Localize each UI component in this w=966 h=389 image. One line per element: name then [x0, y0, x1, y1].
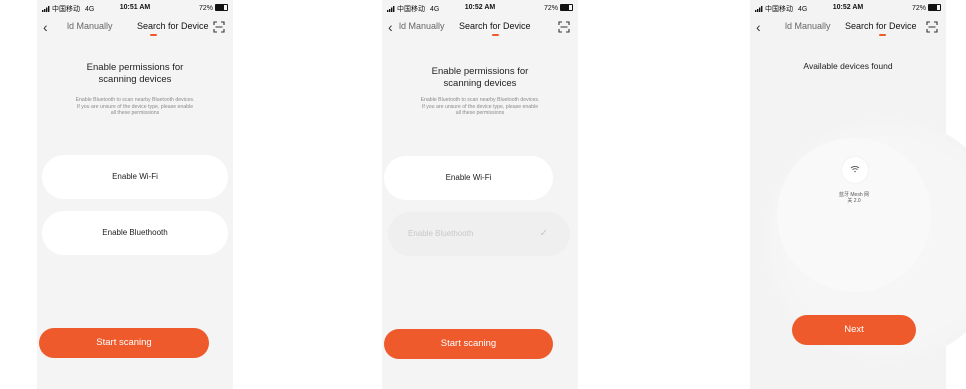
battery-percent: 72%: [543, 5, 558, 12]
battery-icon: [928, 4, 941, 11]
back-icon[interactable]: ‹: [43, 19, 48, 35]
enable-wifi-button[interactable]: Enable Wi-Fi: [42, 155, 228, 199]
status-bar: 中国移动 4G 10:51 AM 72%: [37, 0, 233, 16]
device-name: 蓝牙 Mesh 网 关 2.0: [838, 192, 869, 204]
screen-enable-permissions-bluetooth-on: 中国移动 4G 10:52 AM 72% ‹ ld Manually Searc…: [382, 0, 578, 389]
page-title: Available devices found: [803, 61, 893, 71]
status-bar: 中国移动 4G 10:52 AM 72%: [382, 0, 578, 16]
battery-icon: [215, 4, 228, 11]
active-tab-indicator: [150, 34, 157, 36]
bluetooth-button-label: Enable Bluethooth: [408, 229, 474, 238]
tab-add-manually[interactable]: ld Manually: [399, 21, 445, 31]
tab-search-for-device[interactable]: Search for Device: [845, 21, 917, 31]
next-button[interactable]: Next: [792, 315, 916, 345]
status-bar: 中国移动 4G 10:52 AM 72%: [750, 0, 946, 16]
permission-description: Enable Bluetooth to scan nearby Bluetoot…: [420, 97, 540, 117]
scan-icon[interactable]: [558, 21, 570, 33]
top-nav: ‹ ld Manually Search for Device: [750, 16, 946, 40]
tab-search-for-device[interactable]: Search for Device: [137, 21, 209, 31]
scan-icon[interactable]: [926, 21, 938, 33]
battery-icon: [560, 4, 573, 11]
scan-icon[interactable]: [213, 21, 225, 33]
permission-description: Enable Bluetooth to scan nearby Bluetoot…: [75, 97, 195, 117]
battery-percent: 72%: [911, 5, 926, 12]
back-icon[interactable]: ‹: [388, 19, 393, 35]
enable-wifi-button[interactable]: Enable Wi-Fi: [384, 156, 553, 200]
wifi-icon: [850, 166, 860, 173]
battery-percent: 72%: [198, 5, 213, 12]
start-scanning-button[interactable]: Start scaning: [384, 329, 553, 359]
page-title: Enable permissions for scanning devices: [431, 66, 529, 89]
start-scanning-button[interactable]: Start scaning: [39, 328, 209, 358]
tab-add-manually[interactable]: ld Manually: [67, 21, 113, 31]
found-device[interactable]: [842, 157, 868, 183]
screen-enable-permissions: 中国移动 4G 10:51 AM 72% ‹ ld Manually Searc…: [37, 0, 233, 389]
tab-search-for-device[interactable]: Search for Device: [459, 21, 531, 31]
check-icon: ✓: [539, 228, 548, 239]
page-title: Enable permissions for scanning devices: [86, 62, 184, 85]
top-nav: ‹ ld Manually Search for Device: [37, 16, 233, 40]
active-tab-indicator: [879, 34, 886, 36]
active-tab-indicator: [492, 34, 499, 36]
tab-add-manually[interactable]: ld Manually: [785, 21, 831, 31]
enable-bluetooth-button: Enable Bluethooth ✓: [388, 212, 570, 256]
top-nav: ‹ ld Manually Search for Device: [382, 16, 578, 40]
enable-bluetooth-button[interactable]: Enable Bluethooth: [42, 211, 228, 255]
back-icon[interactable]: ‹: [756, 19, 761, 35]
screen-devices-found: 中国移动 4G 10:52 AM 72% ‹ ld Manually Searc…: [750, 0, 966, 389]
